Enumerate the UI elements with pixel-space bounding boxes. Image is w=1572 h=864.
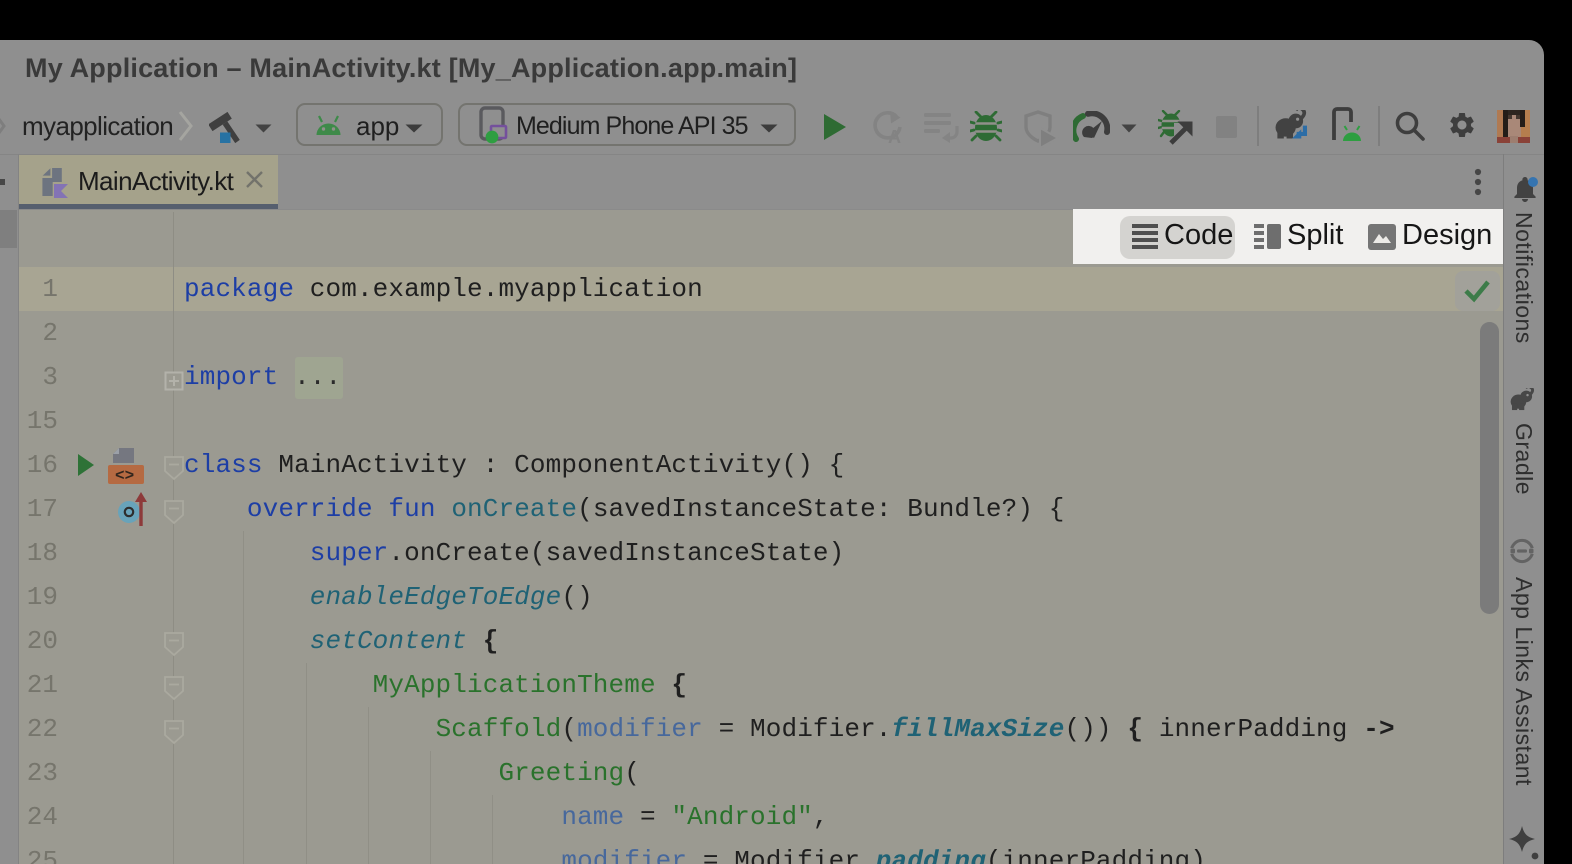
- svg-text:<>: <>: [115, 467, 134, 485]
- svg-text:A: A: [888, 127, 901, 144]
